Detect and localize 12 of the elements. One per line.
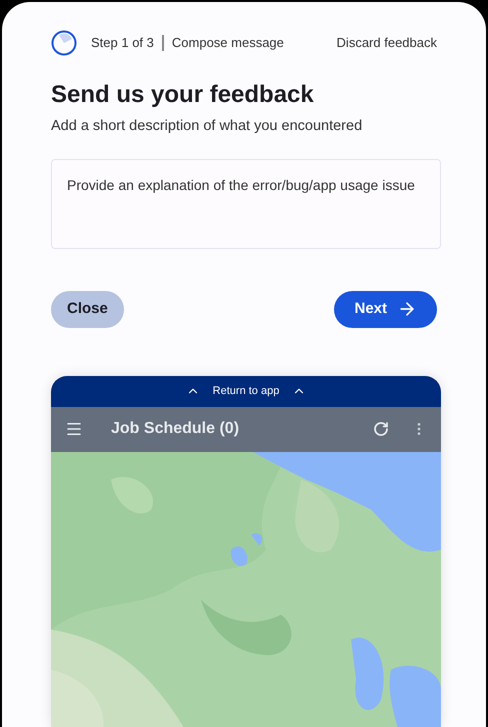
next-button[interactable]: Next (334, 290, 437, 328)
step-name: Compose message (172, 34, 284, 52)
app-title: Job Schedule (0) (111, 419, 240, 440)
step-counter: Step 1 of 3 (91, 34, 154, 52)
progress-ring-icon (51, 30, 77, 56)
return-to-app-bar[interactable]: Return to app (51, 376, 441, 407)
page-subtitle: Add a short description of what you encountered (51, 117, 364, 136)
page-title: Send us your feedback (51, 80, 315, 110)
close-button[interactable]: Close (51, 290, 124, 328)
description-field[interactable]: Provide an explanation of the error/bug/app usage issue (51, 158, 441, 249)
discard-feedback-link[interactable]: Discard feedback (336, 33, 437, 53)
refresh-icon[interactable] (373, 421, 389, 438)
